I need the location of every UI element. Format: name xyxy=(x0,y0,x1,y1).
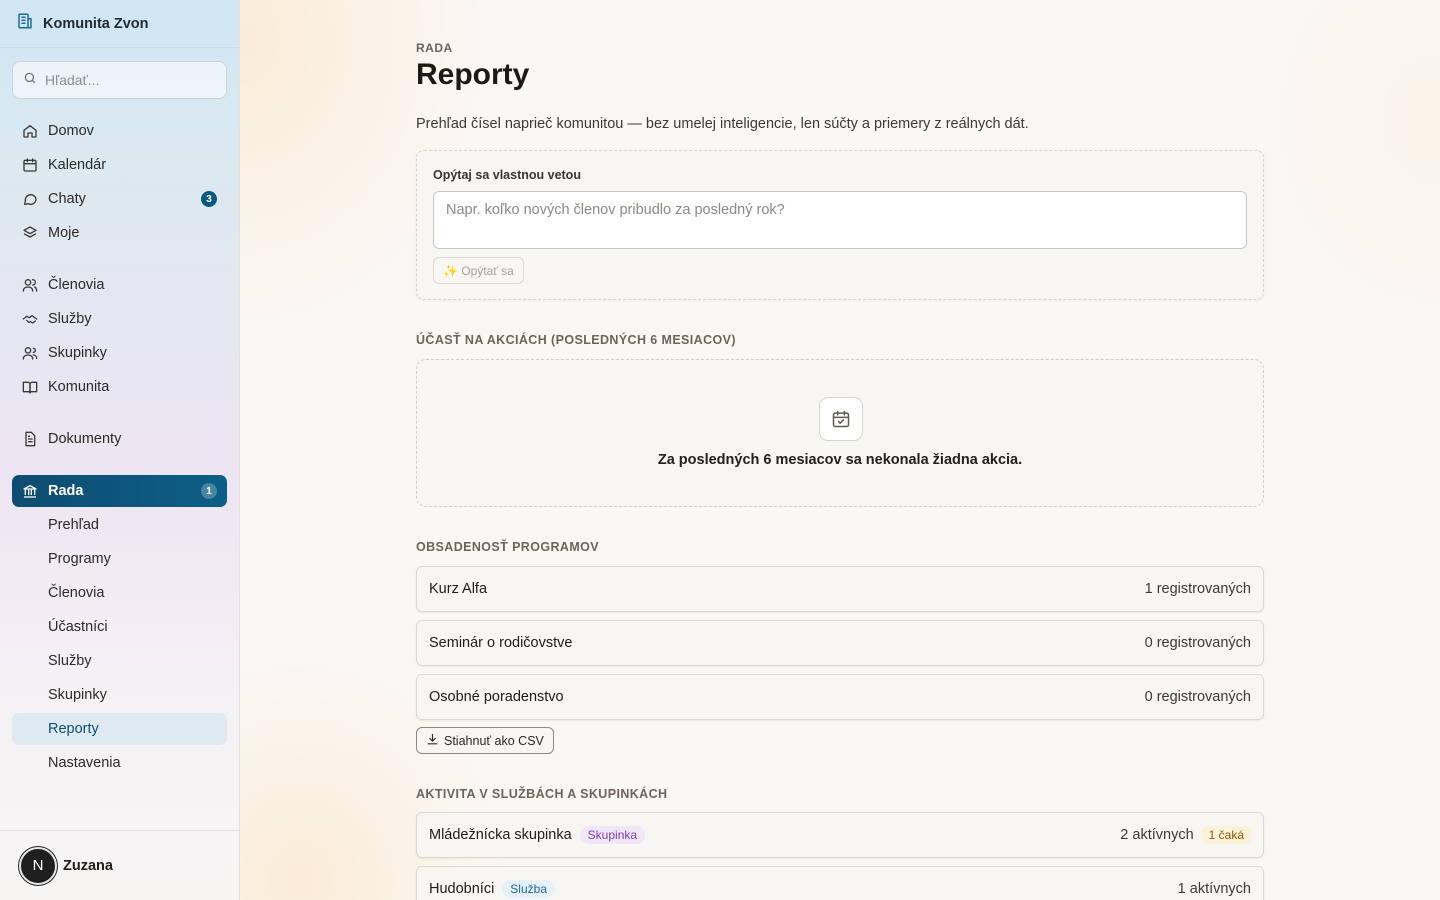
active-count: 1 aktívnych xyxy=(1177,881,1251,897)
nav-label: Moje xyxy=(48,225,80,241)
users-icon xyxy=(22,277,38,293)
program-name: Seminár o rodičovstve xyxy=(429,635,573,651)
calendar-check-icon xyxy=(819,397,863,441)
subnav-item-clenovia[interactable]: Členovia xyxy=(12,577,227,609)
empty-state-text: Za posledných 6 mesiacov sa nekonala žia… xyxy=(657,452,1023,468)
program-row[interactable]: Kurz Alfa 1 registrovaných xyxy=(416,566,1264,612)
type-badge: Služba xyxy=(502,880,555,898)
ask-label: Opýtaj sa vlastnou vetou xyxy=(433,168,581,182)
book-icon xyxy=(22,379,38,395)
page-title: Reporty xyxy=(416,58,530,91)
building-icon xyxy=(16,12,34,35)
calendar-icon xyxy=(22,157,38,173)
subnav-item-nastavenia[interactable]: Nastavenia xyxy=(12,747,227,779)
handshake-icon xyxy=(22,311,38,327)
question-input[interactable] xyxy=(433,191,1247,249)
nav-label: Kalendár xyxy=(48,157,107,173)
nav-label: Rada xyxy=(48,483,84,499)
nav-label: Skupinky xyxy=(48,345,107,361)
nav-label: Dokumenty xyxy=(48,431,122,447)
bank-icon xyxy=(22,483,38,499)
attendance-empty-state: Za posledných 6 mesiacov sa nekonala žia… xyxy=(416,359,1264,507)
avatar[interactable]: N xyxy=(19,846,57,885)
nav-label: Služby xyxy=(48,311,92,327)
program-name: Osobné poradenstvo xyxy=(429,689,564,705)
waiting-badge: 1 čaká xyxy=(1201,826,1251,844)
attendance-heading: ÚČASŤ NA AKCIÁCH (POSLEDNÝCH 6 MESIACOV) xyxy=(416,333,736,347)
program-count: 1 registrovaných xyxy=(1144,581,1251,597)
user-menu[interactable]: N Zuzana xyxy=(0,830,239,900)
nav-label: Chaty xyxy=(48,191,86,207)
type-badge: Skupinka xyxy=(579,826,646,844)
home-icon xyxy=(22,123,38,139)
programs-heading: OBSADENOSŤ PROGRAMOV xyxy=(416,540,600,554)
download-icon xyxy=(426,733,439,749)
nav-item-sluzby[interactable]: Služby xyxy=(12,303,227,335)
nav-item-moje[interactable]: Moje xyxy=(12,217,227,249)
notification-badge: 1 xyxy=(201,483,217,499)
ask-question-panel: Opýtaj sa vlastnou vetou ✨ Opýtať sa xyxy=(416,150,1264,300)
search-box[interactable] xyxy=(12,61,227,99)
layers-icon xyxy=(22,225,38,241)
nav-item-skupinky[interactable]: Skupinky xyxy=(12,337,227,369)
subnav-item-skupinky[interactable]: Skupinky xyxy=(12,679,227,711)
subnav-item-programy[interactable]: Programy xyxy=(12,543,227,575)
activity-heading: AKTIVITA V SLUŽBÁCH A SKUPINKÁCH xyxy=(416,787,668,801)
nav-item-kalendar[interactable]: Kalendár xyxy=(12,149,227,181)
nav-item-domov[interactable]: Domov xyxy=(12,115,227,147)
subnav-item-reporty[interactable]: Reporty xyxy=(12,713,227,745)
program-row[interactable]: Seminár o rodičovstve 0 registrovaných xyxy=(416,620,1264,666)
program-count: 0 registrovaných xyxy=(1144,635,1251,651)
activity-name: Mládežnícka skupinka xyxy=(429,827,572,843)
program-name: Kurz Alfa xyxy=(429,581,488,597)
brand[interactable]: Komunita Zvon xyxy=(0,0,239,48)
download-csv-label: Stiahnuť ako CSV xyxy=(444,733,544,748)
sidebar: Komunita Zvon Domov Kalendár Chaty 3 Moj… xyxy=(0,0,240,900)
ask-button[interactable]: ✨ Opýtať sa xyxy=(433,257,524,284)
nav-item-rada[interactable]: Rada 1 xyxy=(12,475,227,507)
document-icon xyxy=(22,431,38,447)
activity-name: Hudobníci xyxy=(429,881,495,897)
program-count: 0 registrovaných xyxy=(1144,689,1251,705)
user-name: Zuzana xyxy=(63,857,113,874)
activity-row[interactable]: Hudobníci Služba 1 aktívnych xyxy=(416,866,1264,900)
group-icon xyxy=(22,345,38,361)
program-row[interactable]: Osobné poradenstvo 0 registrovaných xyxy=(416,674,1264,720)
main-content: RADA Reporty Prehľad čísel naprieč komun… xyxy=(240,0,1440,900)
page-eyebrow: RADA xyxy=(416,41,453,55)
subnav-item-ucastnici[interactable]: Účastníci xyxy=(12,611,227,643)
nav-label: Komunita xyxy=(48,379,110,395)
chat-icon xyxy=(22,191,38,207)
brand-name: Komunita Zvon xyxy=(43,15,149,32)
nav-item-komunita[interactable]: Komunita xyxy=(12,371,227,403)
search-input[interactable] xyxy=(45,72,215,88)
nav-label: Domov xyxy=(48,123,94,139)
nav-item-clenovia[interactable]: Členovia xyxy=(12,269,227,301)
nav-item-chaty[interactable]: Chaty 3 xyxy=(12,183,227,215)
nav-label: Členovia xyxy=(48,277,105,293)
download-csv-button[interactable]: Stiahnuť ako CSV xyxy=(416,727,554,754)
nav-item-dokumenty[interactable]: Dokumenty xyxy=(12,423,227,455)
search-icon xyxy=(23,71,37,90)
subnav-item-sluzby[interactable]: Služby xyxy=(12,645,227,677)
page-description: Prehľad čísel naprieč komunitou — bez um… xyxy=(416,116,1029,132)
subnav-item-prehlad[interactable]: Prehľad xyxy=(12,509,227,541)
activity-row[interactable]: Mládežnícka skupinka Skupinka 2 aktívnyc… xyxy=(416,812,1264,858)
active-count: 2 aktívnych xyxy=(1120,827,1194,843)
unread-badge: 3 xyxy=(201,191,217,207)
